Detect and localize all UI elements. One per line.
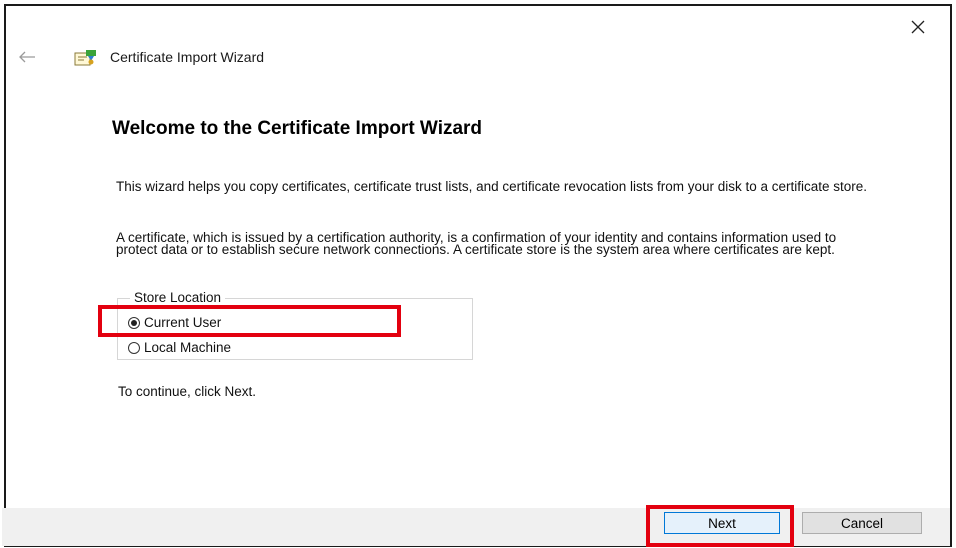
window-title: Certificate Import Wizard [110, 49, 265, 65]
current-user-highlight [98, 305, 401, 337]
certificate-icon [74, 50, 96, 66]
page-heading: Welcome to the Certificate Import Wizard [112, 118, 483, 139]
continue-instruction: To continue, click Next. [118, 384, 257, 399]
radio-local-machine[interactable]: Local Machine [128, 340, 231, 355]
cancel-button-label: Cancel [840, 515, 884, 531]
cancel-button[interactable]: Cancel [802, 512, 922, 534]
wizard-window [4, 4, 952, 547]
radio-unselected-icon [128, 341, 140, 354]
close-button[interactable] [902, 14, 934, 40]
description-paragraph: A certificate, which is issued by a cert… [116, 230, 837, 257]
back-button[interactable] [14, 46, 40, 68]
intro-paragraph: This wizard helps you copy certificates,… [116, 179, 868, 194]
next-button-highlight [646, 505, 794, 547]
radio-local-machine-label: Local Machine [144, 340, 232, 355]
back-arrow-icon [19, 51, 35, 63]
store-location-label: Store Location [130, 290, 226, 305]
close-icon [911, 20, 925, 34]
